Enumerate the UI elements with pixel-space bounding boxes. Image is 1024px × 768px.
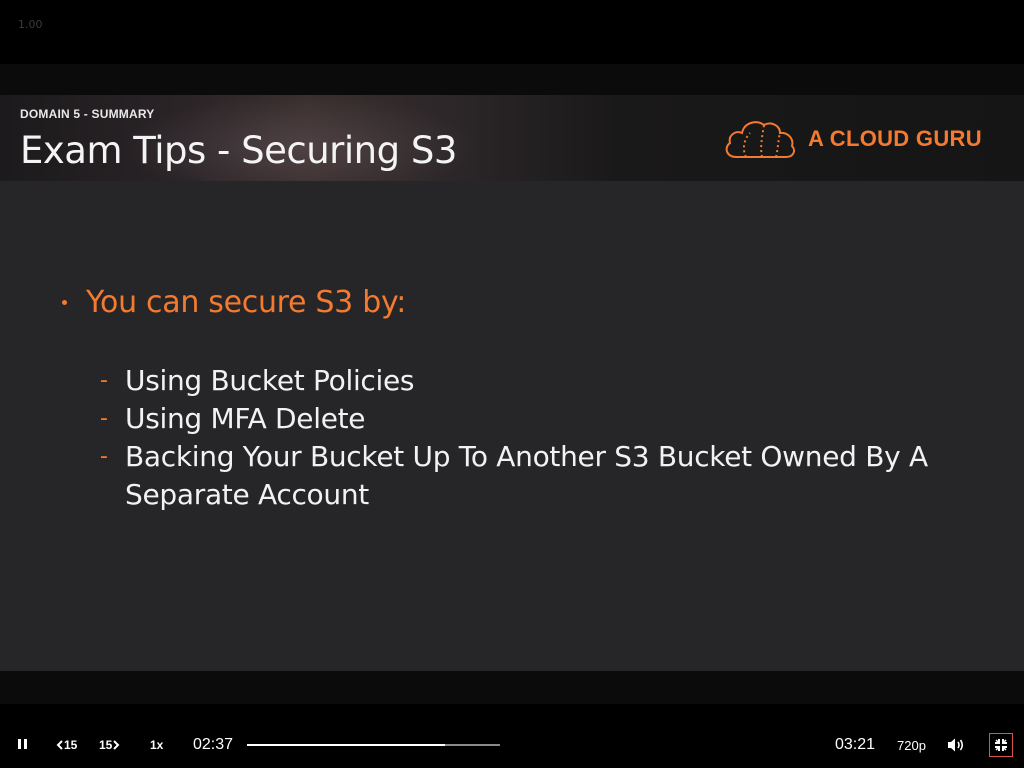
- exit-fullscreen-icon: [995, 739, 1007, 751]
- bullet-dot: [62, 300, 67, 305]
- exit-fullscreen-button[interactable]: [989, 733, 1013, 757]
- skip-back-label: 15: [64, 738, 78, 752]
- skip-back-15-button[interactable]: 15: [56, 737, 77, 753]
- dash-marker: -: [100, 406, 108, 431]
- video-area[interactable]: DOMAIN 5 - SUMMARY Exam Tips - Securing …: [0, 64, 1024, 704]
- cloud-logo-icon: [725, 121, 795, 158]
- list-item: - Using Bucket Policies: [100, 362, 940, 400]
- skip-forward-15-button[interactable]: 15: [99, 737, 120, 753]
- slide-header: DOMAIN 5 - SUMMARY Exam Tips - Securing …: [0, 95, 1024, 181]
- version-label: 1.00: [18, 18, 43, 31]
- list-item: - Using MFA Delete: [100, 400, 940, 438]
- brand-logo: A CLOUD GURU: [722, 117, 1002, 161]
- volume-button[interactable]: [947, 736, 965, 754]
- domain-label: DOMAIN 5 - SUMMARY: [20, 107, 155, 121]
- pause-icon: [16, 739, 28, 749]
- pause-button[interactable]: [12, 734, 32, 754]
- control-bar: 15 15 1x 02:37 03:21 720p: [0, 704, 1024, 768]
- playback-speed-button[interactable]: 1x: [150, 737, 163, 753]
- forward-15-icon: [113, 740, 120, 750]
- progress-fill: [247, 744, 445, 746]
- progress-bar[interactable]: [247, 744, 500, 746]
- list-item-text: Backing Your Bucket Up To Another S3 Buc…: [125, 440, 928, 511]
- total-time: 03:21: [835, 736, 876, 753]
- skip-forward-label: 15: [99, 738, 113, 752]
- list-item-text: Using MFA Delete: [125, 402, 366, 435]
- list-item: - Backing Your Bucket Up To Another S3 B…: [100, 438, 940, 514]
- quality-button[interactable]: 720p: [897, 738, 926, 753]
- dash-marker: -: [100, 444, 108, 469]
- main-bullet: You can secure S3 by:: [62, 285, 406, 320]
- list-item-text: Using Bucket Policies: [125, 364, 415, 397]
- video-player[interactable]: 1.00 DOMAIN 5 - SUMMARY Exam Tips - Secu…: [0, 0, 1024, 768]
- rewind-15-icon: [56, 740, 63, 750]
- slide-title: Exam Tips - Securing S3: [20, 129, 457, 172]
- volume-icon: [948, 738, 964, 752]
- current-time: 02:37: [193, 736, 234, 753]
- dash-marker: -: [100, 368, 108, 393]
- bullet-text: You can secure S3 by:: [86, 285, 407, 320]
- slide: DOMAIN 5 - SUMMARY Exam Tips - Securing …: [0, 95, 1024, 671]
- logo-text: A CLOUD GURU: [808, 126, 982, 151]
- sub-bullet-list: - Using Bucket Policies - Using MFA Dele…: [100, 362, 940, 514]
